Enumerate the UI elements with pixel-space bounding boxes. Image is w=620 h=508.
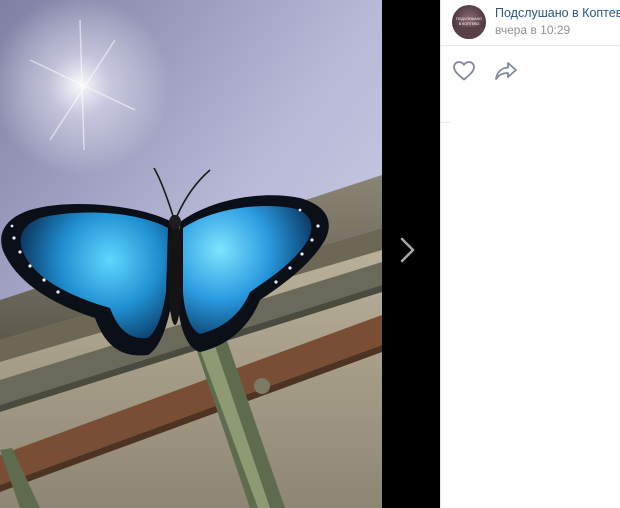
post-header: ПОДСЛУШАНО В КОПТЕВО Подслушано в Коптев…	[441, 0, 620, 46]
comments-area	[441, 122, 620, 508]
photo-area	[0, 0, 440, 508]
post-time-link[interactable]: вчера в 10:29	[495, 22, 620, 38]
avatar-text-line2: В КОПТЕВО	[459, 22, 480, 26]
author-name-link[interactable]: Подслушано в Коптево	[495, 6, 620, 21]
photo-viewer: ПОДСЛУШАНО В КОПТЕВО Подслушано в Коптев…	[0, 0, 620, 508]
author-block: Подслушано в Коптево вчера в 10:29	[495, 5, 620, 38]
divider	[441, 122, 451, 123]
share-button[interactable]	[494, 60, 518, 82]
share-arrow-icon	[495, 62, 517, 80]
post-info-panel: ПОДСЛУШАНО В КОПТЕВО Подслушано в Коптев…	[440, 0, 620, 508]
heart-icon	[453, 61, 475, 81]
chevron-right-icon	[400, 237, 415, 263]
avatar-text-line1: ПОДСЛУШАНО	[456, 17, 482, 21]
like-button[interactable]	[452, 60, 476, 82]
post-photo[interactable]	[0, 0, 382, 508]
post-actions	[441, 46, 620, 82]
next-photo-button[interactable]	[392, 232, 422, 268]
avatar[interactable]: ПОДСЛУШАНО В КОПТЕВО	[452, 5, 486, 39]
